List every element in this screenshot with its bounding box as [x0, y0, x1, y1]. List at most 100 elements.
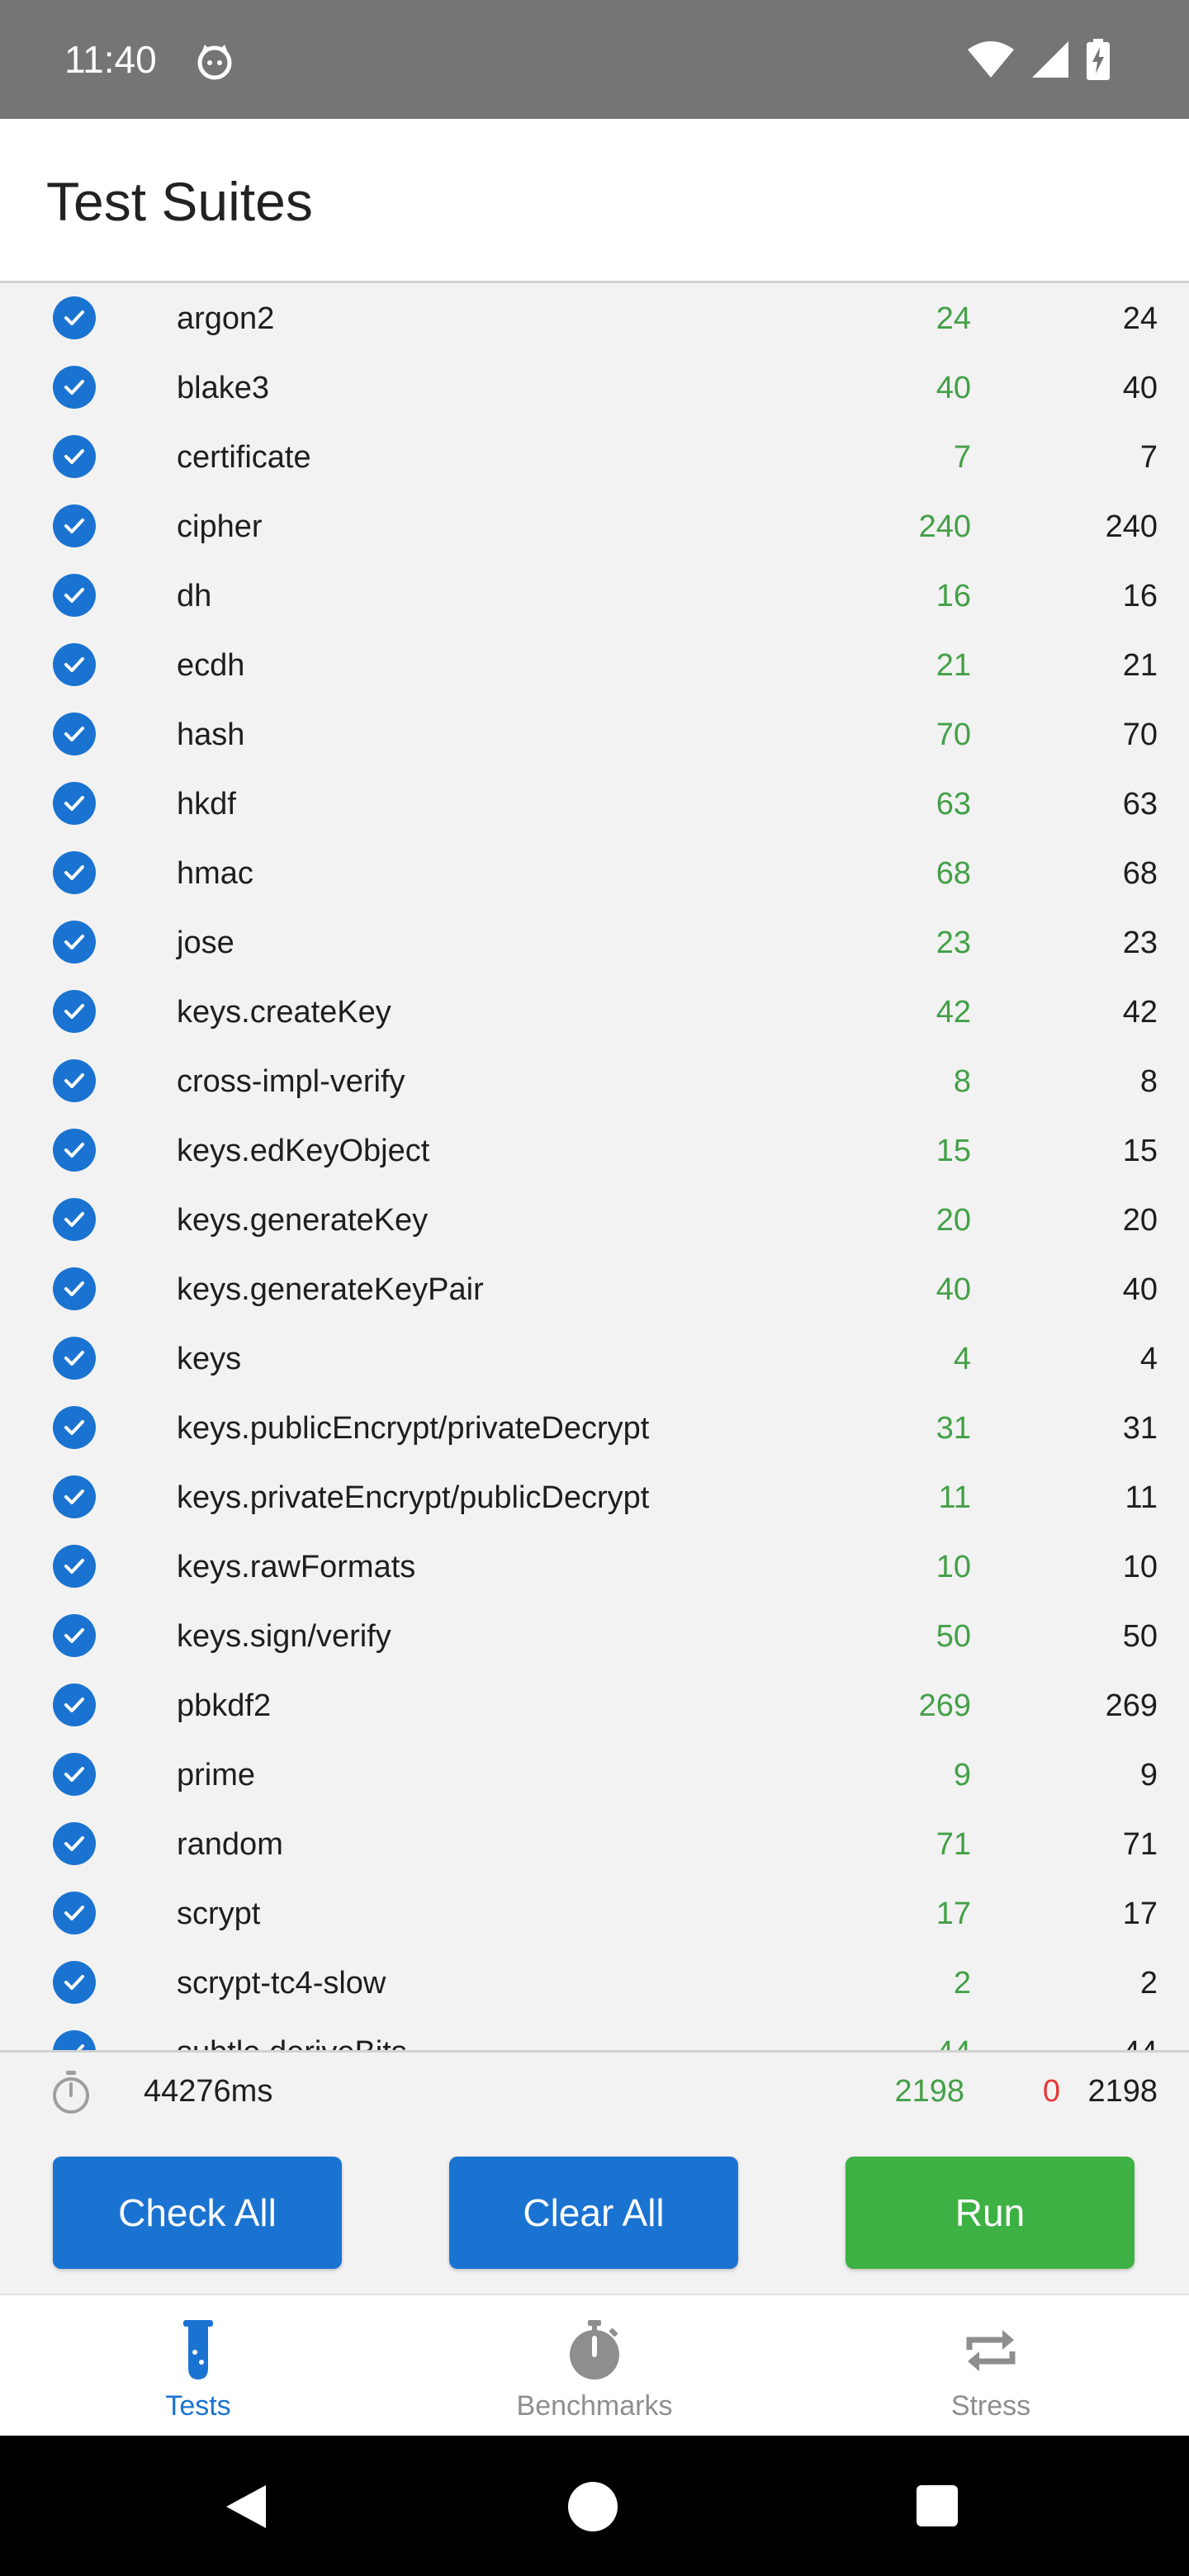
- checkbox-checked-icon[interactable]: [53, 713, 96, 755]
- suite-total-count: 50: [1122, 1619, 1158, 1654]
- checkbox-checked-icon[interactable]: [53, 1753, 96, 1796]
- suite-name: hash: [177, 717, 245, 752]
- system-nav-bar: [0, 2436, 1189, 2576]
- checkbox-checked-icon[interactable]: [53, 1545, 96, 1588]
- tab-tests[interactable]: Tests: [0, 2295, 396, 2437]
- suite-row[interactable]: blake3 40 40: [0, 353, 1189, 424]
- run-button[interactable]: Run: [846, 2157, 1135, 2269]
- suite-passed-count: 44: [936, 2034, 971, 2050]
- suite-passed-count: 40: [936, 1272, 971, 1307]
- suite-row[interactable]: keys.generateKeyPair 40 40: [0, 1254, 1189, 1326]
- suite-row[interactable]: certificate 7 7: [0, 422, 1189, 494]
- suite-row[interactable]: hkdf 63 63: [0, 769, 1189, 841]
- checkbox-checked-icon[interactable]: [53, 1059, 96, 1102]
- suite-passed-count: 15: [936, 1134, 971, 1168]
- tab-stress[interactable]: Stress: [793, 2295, 1189, 2437]
- checkbox-checked-icon[interactable]: [53, 296, 96, 339]
- checkbox-checked-icon[interactable]: [53, 574, 96, 617]
- checkbox-checked-icon[interactable]: [53, 921, 96, 964]
- summary-row: 44276ms 2198 0 2198: [0, 2050, 1189, 2134]
- suite-row[interactable]: cross-impl-verify 8 8: [0, 1046, 1189, 1118]
- suite-passed-count: 68: [936, 856, 971, 891]
- suite-total-count: 7: [1139, 440, 1158, 475]
- suite-row[interactable]: subtle.deriveBits 44 44: [0, 2017, 1189, 2050]
- checkbox-checked-icon[interactable]: [53, 782, 96, 825]
- suite-row[interactable]: keys 4 4: [0, 1324, 1189, 1395]
- tab-benchmarks-label: Benchmarks: [516, 2390, 673, 2422]
- suite-passed-count: 2: [953, 1966, 971, 2001]
- home-icon[interactable]: [568, 2482, 618, 2531]
- suite-total-count: 20: [1122, 1203, 1158, 1238]
- suite-total-count: 40: [1122, 1272, 1158, 1307]
- tab-tests-label: Tests: [165, 2390, 231, 2422]
- checkbox-checked-icon[interactable]: [53, 1822, 96, 1865]
- checkbox-checked-icon[interactable]: [53, 990, 96, 1033]
- suite-name: ecdh: [177, 648, 245, 683]
- suite-row[interactable]: hmac 68 68: [0, 838, 1189, 910]
- recents-icon[interactable]: [917, 2485, 958, 2526]
- suite-row[interactable]: keys.rawFormats 10 10: [0, 1532, 1189, 1603]
- checkbox-checked-icon[interactable]: [53, 1198, 96, 1241]
- suite-row[interactable]: keys.privateEncrypt/publicDecrypt 11 11: [0, 1462, 1189, 1534]
- back-icon[interactable]: [223, 2482, 269, 2531]
- checkbox-checked-icon[interactable]: [53, 366, 96, 409]
- checkbox-checked-icon[interactable]: [53, 1961, 96, 2004]
- suite-passed-count: 16: [936, 579, 971, 613]
- suite-total-count: 44: [1123, 2034, 1158, 2050]
- suite-row[interactable]: scrypt 17 17: [0, 1878, 1189, 1950]
- checkbox-checked-icon[interactable]: [53, 643, 96, 686]
- suite-row[interactable]: prime 9 9: [0, 1740, 1189, 1811]
- tab-stress-label: Stress: [950, 2390, 1031, 2422]
- suite-total-count: 21: [1122, 648, 1158, 683]
- suite-name: certificate: [177, 440, 311, 475]
- suite-row[interactable]: argon2 24 24: [0, 283, 1189, 355]
- suite-row[interactable]: pbkdf2 269 269: [0, 1670, 1189, 1742]
- tab-benchmarks[interactable]: Benchmarks: [396, 2295, 793, 2437]
- suite-name: cross-impl-verify: [177, 1064, 405, 1099]
- checkbox-checked-icon[interactable]: [53, 1267, 96, 1310]
- checkbox-checked-icon[interactable]: [53, 1337, 96, 1380]
- check-all-button[interactable]: Check All: [53, 2157, 342, 2269]
- suite-total-count: 70: [1122, 717, 1158, 752]
- suite-name: scrypt: [177, 1896, 261, 1931]
- suite-row[interactable]: keys.sign/verify 50 50: [0, 1601, 1189, 1673]
- suite-passed-count: 269: [918, 1688, 971, 1723]
- suite-name: keys.privateEncrypt/publicDecrypt: [177, 1480, 650, 1515]
- checkbox-checked-icon[interactable]: [53, 1406, 96, 1449]
- checkbox-checked-icon[interactable]: [53, 1129, 96, 1172]
- status-icons: [968, 38, 1110, 81]
- suite-name: keys.createKey: [177, 995, 391, 1030]
- elapsed-time: 44276ms: [144, 2074, 273, 2109]
- suite-list[interactable]: argon2 24 24 blake3 40 40 certificate 7 7 cipher 2…: [0, 283, 1189, 2050]
- suite-row[interactable]: keys.edKeyObject 15 15: [0, 1115, 1189, 1187]
- suite-row[interactable]: hash 70 70: [0, 699, 1189, 771]
- suite-row[interactable]: dh 16 16: [0, 561, 1189, 632]
- suite-total-count: 31: [1122, 1411, 1158, 1446]
- suite-name: keys.publicEncrypt/privateDecrypt: [177, 1411, 650, 1446]
- checkbox-checked-icon[interactable]: [53, 1614, 96, 1657]
- suite-row[interactable]: random 71 71: [0, 1809, 1189, 1881]
- checkbox-checked-icon[interactable]: [53, 851, 96, 894]
- suite-row[interactable]: scrypt-tc4-slow 2 2: [0, 1948, 1189, 2020]
- checkbox-checked-icon[interactable]: [53, 435, 96, 478]
- suite-row[interactable]: keys.createKey 42 42: [0, 977, 1189, 1049]
- suite-name: subtle.deriveBits: [177, 2034, 407, 2050]
- suite-total-count: 15: [1122, 1134, 1158, 1168]
- suite-passed-count: 23: [936, 926, 971, 960]
- checkbox-checked-icon[interactable]: [53, 2030, 96, 2050]
- checkbox-checked-icon[interactable]: [53, 504, 96, 547]
- suite-row[interactable]: keys.publicEncrypt/privateDecrypt 31 31: [0, 1393, 1189, 1465]
- suite-passed-count: 21: [936, 648, 971, 683]
- suite-row[interactable]: cipher 240 240: [0, 491, 1189, 563]
- checkbox-checked-icon[interactable]: [53, 1892, 96, 1934]
- suite-passed-count: 7: [953, 440, 971, 475]
- suite-row[interactable]: jose 23 23: [0, 907, 1189, 979]
- checkbox-checked-icon[interactable]: [53, 1475, 96, 1518]
- suite-row[interactable]: keys.generateKey 20 20: [0, 1185, 1189, 1257]
- suite-total-count: 63: [1122, 787, 1158, 822]
- checkbox-checked-icon[interactable]: [53, 1683, 96, 1726]
- clear-all-button[interactable]: Clear All: [449, 2157, 738, 2269]
- suite-row[interactable]: ecdh 21 21: [0, 630, 1189, 702]
- status-bar: 11:40: [0, 0, 1189, 119]
- suite-name: keys.generateKeyPair: [177, 1272, 484, 1307]
